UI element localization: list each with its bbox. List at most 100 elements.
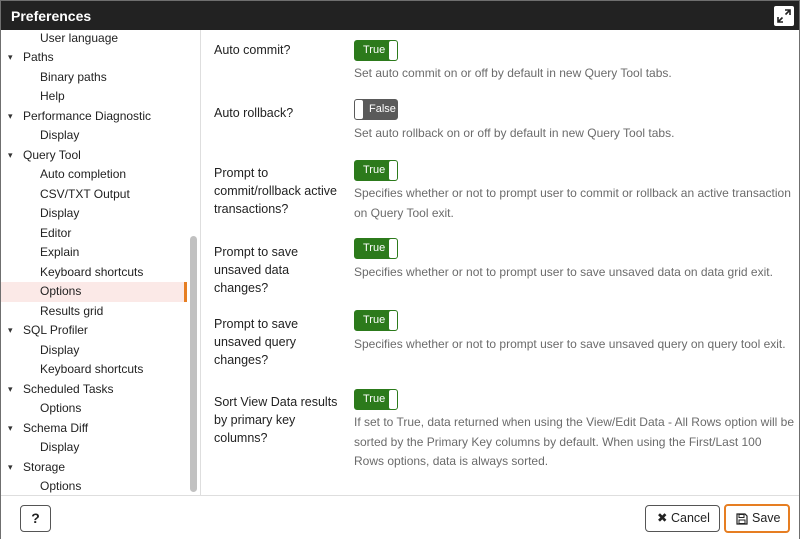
sidebar-item-performance-diagnostic[interactable]: ▾ Performance Diagnostic — [1, 107, 187, 127]
auto-rollback-help: Set auto rollback on or off by default i… — [354, 126, 675, 140]
help-button[interactable]: ? — [20, 505, 51, 532]
prompt-commit-label: Prompt to commit/rollback active transac… — [214, 166, 337, 216]
sidebar-item-explain[interactable]: Explain — [1, 243, 187, 263]
toggle-state: True — [363, 242, 386, 254]
sidebar-item-csv-txt-output[interactable]: CSV/TXT Output — [1, 185, 187, 205]
sidebar-item-label: SQL Profiler — [23, 323, 88, 337]
sidebar-item-label: Options — [40, 284, 82, 298]
prompt-commit-help: Specifies whether or not to prompt user … — [354, 186, 791, 220]
toggle-state: True — [363, 314, 386, 326]
options-panel: Auto commit? True Set auto commit on or … — [202, 30, 799, 495]
sidebar-item-label: Options — [40, 479, 82, 493]
sidebar-item-label: Binary paths — [40, 69, 107, 84]
chevron-down-icon[interactable]: ▾ — [8, 146, 13, 166]
sidebar-item-schema-diff[interactable]: ▾ Schema Diff — [1, 419, 187, 439]
chevron-down-icon[interactable]: ▾ — [8, 321, 13, 341]
sidebar-item-display[interactable]: Display — [1, 341, 187, 361]
dialog-footer: ? ✖ Cancel Save — [1, 495, 799, 539]
sidebar-item-label: Keyboard shortcuts — [40, 362, 144, 376]
sidebar-item-storage[interactable]: ▾ Storage — [1, 458, 187, 478]
sidebar-item-label: Display — [40, 128, 80, 142]
sidebar-item-label: Auto completion — [40, 167, 127, 181]
prompt-save-query-help: Specifies whether or not to prompt user … — [354, 337, 786, 351]
sidebar-item-label: Schema Diff — [23, 420, 89, 435]
sidebar-item-options[interactable]: Options — [1, 477, 187, 495]
sidebar-item-user-language[interactable]: User language — [1, 30, 187, 48]
sort-view-data-label: Sort View Data results by primary key co… — [214, 395, 338, 445]
sidebar-item-display[interactable]: Display — [1, 438, 187, 458]
sidebar-item-binary-paths[interactable]: Binary paths — [1, 68, 187, 88]
toggle-knob — [389, 311, 397, 330]
save-button[interactable]: Save — [724, 504, 790, 533]
sidebar-item-label: Query Tool — [23, 147, 81, 162]
auto-commit-toggle[interactable]: True — [354, 40, 398, 61]
sidebar-item-label: Paths — [23, 50, 54, 64]
maximize-button[interactable] — [774, 6, 794, 26]
sidebar-item-label: User language — [40, 30, 119, 45]
cancel-button[interactable]: ✖ Cancel — [645, 505, 720, 532]
sidebar-item-display[interactable]: Display — [1, 126, 187, 146]
sidebar-item-label: Keyboard shortcuts — [40, 264, 144, 279]
sidebar-item-label: Help — [40, 89, 65, 103]
cancel-label: Cancel — [671, 511, 710, 525]
save-label: Save — [752, 511, 781, 525]
sidebar-item-editor[interactable]: Editor — [1, 224, 187, 244]
auto-rollback-label: Auto rollback? — [214, 106, 294, 120]
sidebar-item-keyboard-shortcuts[interactable]: Keyboard shortcuts — [1, 360, 187, 380]
toggle-knob — [389, 41, 397, 60]
toggle-knob — [389, 390, 397, 409]
sidebar-scroll-thumb[interactable] — [190, 236, 197, 492]
preferences-dialog: Preferences User language ▾ Paths Binary pa… — [0, 0, 800, 539]
sidebar-item-label: Storage — [23, 459, 66, 474]
preferences-tree: User language ▾ Paths Binary paths Help ▾ Perf… — [1, 30, 201, 495]
sidebar-item-label: Performance Diagnostic — [23, 108, 152, 123]
chevron-down-icon[interactable]: ▾ — [8, 458, 13, 478]
sidebar-item-label: Display — [40, 342, 80, 357]
sidebar-item-help[interactable]: Help — [1, 87, 187, 107]
sidebar-item-display[interactable]: Display — [1, 204, 187, 224]
sidebar-item-label: Scheduled Tasks — [23, 381, 114, 396]
sidebar-item-scheduled-tasks[interactable]: ▾ Scheduled Tasks — [1, 380, 187, 400]
sidebar-item-options[interactable]: Options — [1, 282, 187, 302]
title-bar: Preferences — [1, 1, 799, 30]
toggle-knob — [389, 239, 397, 258]
auto-commit-help: Set auto commit on or off by default in … — [354, 66, 672, 80]
sidebar-item-query-tool[interactable]: ▾ Query Tool — [1, 146, 187, 166]
toggle-state: True — [363, 164, 386, 176]
chevron-down-icon[interactable]: ▾ — [8, 48, 13, 68]
expand-icon — [777, 9, 791, 23]
sort-view-data-help: If set to True, data returned when using… — [354, 415, 795, 468]
auto-rollback-toggle[interactable]: False — [354, 99, 398, 120]
chevron-down-icon[interactable]: ▾ — [8, 380, 13, 400]
prompt-save-data-label: Prompt to save unsaved data changes? — [214, 245, 299, 295]
toggle-knob — [355, 100, 363, 119]
sidebar-item-paths[interactable]: ▾ Paths — [1, 48, 187, 68]
toggle-state: False — [369, 103, 396, 115]
sidebar-item-label: Options — [40, 401, 82, 415]
prompt-save-data-toggle[interactable]: True — [354, 238, 398, 259]
floppy-disk-icon — [736, 513, 748, 525]
prompt-save-query-toggle[interactable]: True — [354, 310, 398, 331]
chevron-down-icon[interactable]: ▾ — [8, 419, 13, 439]
close-icon: ✖ — [657, 511, 668, 525]
sidebar-item-sql-profiler[interactable]: ▾ SQL Profiler — [1, 321, 187, 341]
sidebar-item-keyboard-shortcuts[interactable]: Keyboard shortcuts — [1, 263, 187, 283]
sidebar-scrollbar[interactable] — [188, 30, 200, 495]
prompt-save-query-label: Prompt to save unsaved query changes? — [214, 317, 299, 367]
sidebar-item-results-grid[interactable]: Results grid — [1, 302, 187, 322]
toggle-state: True — [363, 44, 386, 56]
toggle-state: True — [363, 393, 386, 405]
prompt-commit-toggle[interactable]: True — [354, 160, 398, 181]
sidebar-item-label: Results grid — [40, 303, 104, 318]
toggle-knob — [389, 161, 397, 180]
sort-view-data-toggle[interactable]: True — [354, 389, 398, 410]
prompt-save-data-help: Specifies whether or not to prompt user … — [354, 265, 773, 279]
sidebar-item-label: Display — [40, 440, 80, 454]
sidebar-item-label: CSV/TXT Output — [40, 186, 130, 201]
chevron-down-icon[interactable]: ▾ — [8, 107, 13, 127]
sidebar-item-label: Editor — [40, 225, 72, 240]
sidebar-item-auto-completion[interactable]: Auto completion — [1, 165, 187, 185]
auto-commit-label: Auto commit? — [214, 43, 291, 57]
sidebar-item-options[interactable]: Options — [1, 399, 187, 419]
dialog-title: Preferences — [11, 8, 92, 24]
